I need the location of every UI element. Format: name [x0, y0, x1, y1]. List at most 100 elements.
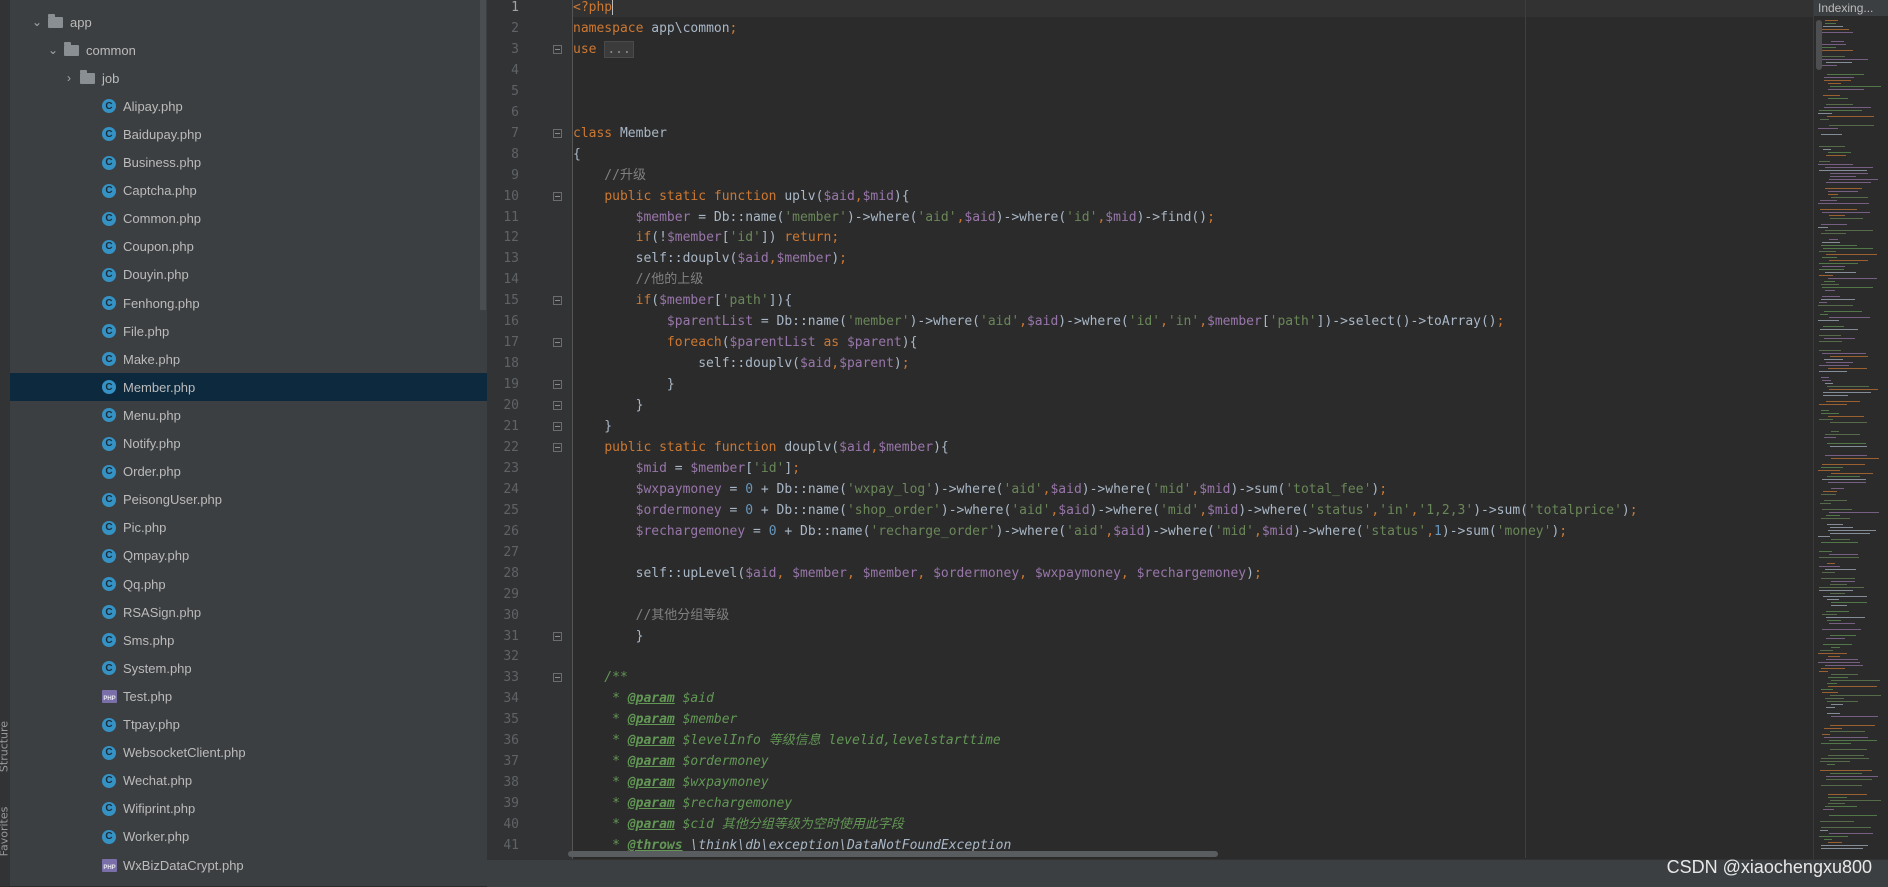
tree-file[interactable]: C Fenhong.php	[10, 289, 487, 317]
php-class-icon: C	[102, 324, 116, 339]
fold-marker-icon[interactable]	[553, 296, 562, 306]
minimap-line	[1820, 830, 1828, 831]
minimap-line	[1824, 500, 1847, 501]
chevron-down-icon[interactable]: ⌄	[46, 43, 60, 57]
tree-folder[interactable]: ⌄ common	[10, 36, 487, 64]
tree-file[interactable]: C PeisongUser.php	[10, 486, 487, 514]
tree-folder[interactable]: ⌄ app	[10, 8, 487, 36]
fold-marker-icon[interactable]	[553, 338, 562, 348]
tree-file[interactable]: C Member.php	[10, 373, 487, 402]
code-token: )->where(	[1058, 314, 1129, 330]
fold-marker-icon[interactable]	[553, 401, 562, 411]
fold-marker-icon[interactable]	[553, 128, 562, 138]
project-scrollbar[interactable]	[480, 0, 486, 310]
code-token: =	[745, 523, 769, 539]
code-token: $aid	[1113, 523, 1145, 539]
minimap-line	[1820, 761, 1850, 762]
tree-file[interactable]: C Wifiprint.php	[10, 795, 487, 823]
editor-horizontal-scrollbar[interactable]	[568, 851, 1218, 857]
tree-file[interactable]: C Douyin.php	[10, 261, 487, 289]
tree-file[interactable]: C Common.php	[10, 205, 487, 233]
code-line: * @param $levelInfo 等级信息 levelid,levelst…	[573, 730, 1001, 751]
minimap-line	[1831, 488, 1844, 489]
minimap-line	[1827, 524, 1843, 525]
code-token: app\common	[643, 20, 730, 36]
tree-file[interactable]: C System.php	[10, 654, 487, 682]
code-token: 'id'	[1128, 314, 1161, 330]
line-number: 32	[503, 649, 519, 665]
code-token: }	[573, 398, 644, 414]
minimap-line	[1820, 200, 1837, 201]
fold-marker-icon[interactable]	[553, 673, 562, 683]
tree-file[interactable]: C Order.php	[10, 458, 487, 486]
editor-vertical-scrollbar[interactable]	[1816, 20, 1822, 70]
tree-file[interactable]: PHP WxBizDataCrypt.php	[10, 851, 487, 879]
tree-file[interactable]: C Captcha.php	[10, 177, 487, 205]
tree-file[interactable]: C RSASign.php	[10, 598, 487, 626]
fold-marker-icon[interactable]	[553, 191, 562, 201]
tree-file[interactable]: C File.php	[10, 317, 487, 345]
tree-file[interactable]: C Make.php	[10, 345, 487, 373]
tree-file[interactable]: C Menu.php	[10, 401, 487, 429]
structure-tab[interactable]: Structure	[0, 719, 11, 775]
code-token: 'aid'	[917, 209, 957, 225]
code-editor[interactable]: <?php namespace app\common; use ... class M…	[573, 0, 1813, 858]
code-token: $ordermoney	[682, 754, 769, 770]
tree-folder[interactable]: › job	[10, 64, 487, 92]
fold-marker-icon[interactable]	[553, 44, 562, 54]
chevron-down-icon[interactable]: ⌄	[30, 15, 44, 29]
line-number: 17	[503, 335, 519, 351]
minimap-line	[1828, 482, 1866, 483]
tree-file[interactable]: C Qmpay.php	[10, 542, 487, 570]
code-token: $member	[862, 565, 918, 581]
tree-file[interactable]: C Worker.php	[10, 823, 487, 851]
tree-file[interactable]: C Sms.php	[10, 626, 487, 654]
code-token: ,	[1019, 314, 1027, 330]
tree-file[interactable]: C Notify.php	[10, 430, 487, 458]
fold-marker-icon[interactable]	[553, 380, 562, 390]
code-token: 'id'	[729, 230, 761, 246]
line-number: 22	[503, 439, 519, 455]
tree-item-label: Baidupay.php	[123, 126, 202, 142]
chevron-right-icon[interactable]: ›	[62, 71, 76, 85]
fold-marker-icon[interactable]	[553, 422, 562, 431]
code-token: ,	[1254, 523, 1262, 539]
code-token: uplv(	[776, 188, 824, 204]
tree-file[interactable]: C Ttpay.php	[10, 711, 487, 739]
tree-file[interactable]: C Coupon.php	[10, 233, 487, 261]
tree-file[interactable]: C Business.php	[10, 149, 487, 177]
tree-file[interactable]: C WebsocketClient.php	[10, 739, 487, 767]
code-token: @param	[627, 775, 675, 791]
minimap-line	[1821, 284, 1839, 285]
tree-file[interactable]: C Pic.php	[10, 514, 487, 542]
tree-file[interactable]: C Qq.php	[10, 570, 487, 598]
code-line: if($member['path']){	[573, 290, 793, 311]
code-token: 'member'	[846, 314, 910, 330]
code-token: ,	[776, 565, 793, 581]
minimap-line	[1830, 749, 1867, 750]
php-class-icon: C	[102, 436, 116, 451]
code-token: )	[831, 251, 840, 267]
fold-marker-icon[interactable]	[553, 442, 562, 452]
tree-item-label: Qq.php	[123, 576, 166, 592]
tree-item-label: Coupon.php	[123, 239, 194, 255]
code-token: @param	[627, 712, 675, 728]
fold-marker-icon[interactable]	[553, 631, 562, 641]
tree-file[interactable]: C Alipay.php	[10, 92, 487, 120]
php-file-icon: PHP	[102, 858, 117, 872]
tree-file[interactable]: PHP Test.php	[10, 682, 487, 710]
tree-file[interactable]: C Wechat.php	[10, 767, 487, 795]
minimap-line	[1826, 611, 1849, 612]
code-token: @param	[627, 796, 675, 812]
code-token: 'aid'	[1003, 481, 1043, 497]
code-token: $member	[878, 439, 934, 455]
minimap-line	[1827, 476, 1860, 477]
line-number: 26	[503, 523, 519, 539]
minimap-line	[1831, 431, 1839, 432]
code-token: $member	[776, 251, 832, 267]
minimap-line	[1826, 515, 1840, 516]
tree-file[interactable]: C Baidupay.php	[10, 120, 487, 148]
folded-imports[interactable]: ...	[604, 40, 634, 58]
favorites-tab[interactable]: Favorites	[0, 804, 11, 860]
